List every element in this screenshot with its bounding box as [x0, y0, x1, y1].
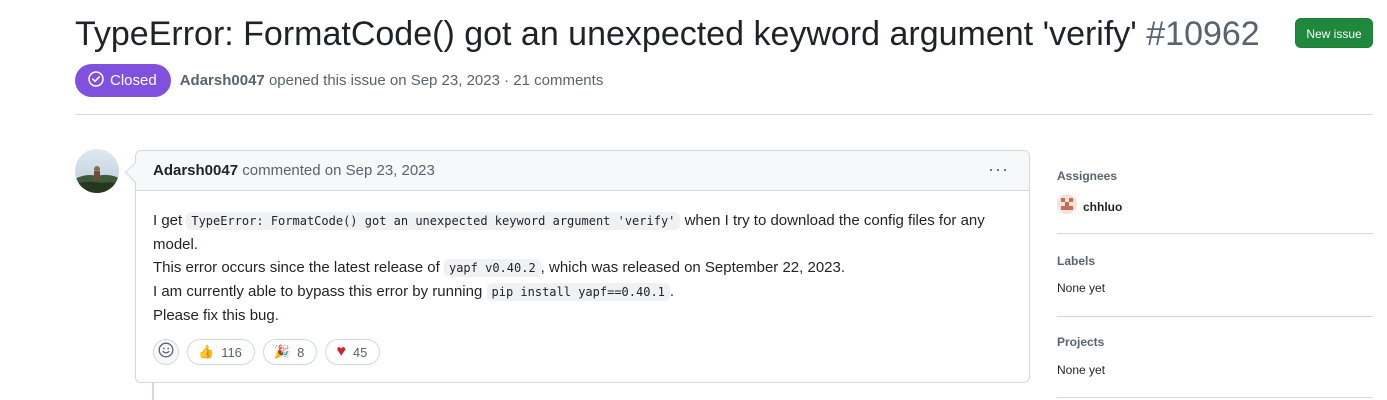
timeline-line — [152, 383, 154, 400]
comment-text: , which was released on September 22, 20… — [540, 259, 846, 276]
comment-header: Adarsh0047 commented on Sep 23, 2023 ··· — [136, 151, 1029, 191]
reactions-bar: 👍 116 🎉 8 ♥ 45 — [153, 339, 381, 365]
reaction-heart-button[interactable]: ♥ 45 — [325, 339, 381, 365]
smiley-icon — [158, 342, 174, 363]
assignee-avatar — [1057, 194, 1077, 219]
assignee-item[interactable]: chhluo — [1057, 194, 1122, 219]
labels-value: None yet — [1057, 281, 1106, 295]
check-circle-icon — [88, 70, 104, 91]
labels-heading[interactable]: Labels — [1057, 254, 1095, 268]
comment-text: . — [669, 283, 675, 300]
comment-text: I am currently able to bypass this error… — [153, 283, 487, 300]
add-reaction-button[interactable] — [153, 339, 179, 365]
comment-text: This error occurs since the latest relea… — [153, 259, 444, 276]
heart-icon: ♥ — [336, 343, 346, 360]
new-issue-button[interactable]: New issue — [1295, 18, 1373, 48]
issue-opened-info: Adarsh0047 opened this issue on Sep 23, … — [180, 72, 604, 89]
issue-header: TypeError: FormatCode() got an unexpecte… — [75, 12, 1375, 62]
issue-title: TypeError: FormatCode() got an unexpecte… — [75, 12, 1260, 56]
comment-body: I get TypeError: FormatCode() got an une… — [153, 209, 1013, 327]
inline-code: pip install yapf==0.40.1 — [486, 283, 670, 301]
issue-number: #10962 — [1146, 15, 1260, 53]
avatar[interactable] — [75, 149, 119, 193]
comment-meta: Adarsh0047 commented on Sep 23, 2023 — [153, 162, 435, 179]
inline-code: yapf v0.40.2 — [443, 259, 541, 277]
issue-meta: Closed Adarsh0047 opened this issue on S… — [75, 64, 603, 97]
projects-heading[interactable]: Projects — [1057, 335, 1104, 349]
reaction-count: 8 — [297, 344, 305, 360]
comment-paragraph: I get TypeError: FormatCode() got an une… — [153, 209, 1013, 327]
header-divider — [75, 114, 1373, 115]
projects-value: None yet — [1057, 363, 1106, 377]
reaction-hooray-button[interactable]: 🎉 8 — [262, 339, 318, 365]
comment-text: Please fix this bug. — [153, 307, 279, 324]
comment-text: I get — [153, 212, 187, 229]
comment-date-text[interactable]: commented on Sep 23, 2023 — [242, 162, 435, 179]
assignees-heading[interactable]: Assignees — [1057, 169, 1117, 183]
status-label: Closed — [110, 72, 157, 89]
reaction-thumbs-up-button[interactable]: 👍 116 — [187, 339, 255, 365]
issue-opened-text: opened this issue on Sep 23, 2023 · 21 c… — [268, 72, 604, 89]
thumbs-up-icon: 👍 — [198, 344, 215, 359]
sidebar-divider — [1057, 316, 1373, 317]
sidebar-divider — [1057, 233, 1373, 234]
inline-code: TypeError: FormatCode() got an unexpecte… — [186, 212, 681, 230]
sidebar-divider — [1057, 397, 1373, 398]
issue-comment: Adarsh0047 commented on Sep 23, 2023 ···… — [135, 150, 1030, 383]
assignee-name[interactable]: chhluo — [1083, 200, 1122, 214]
status-badge: Closed — [75, 64, 171, 97]
reaction-count: 45 — [352, 344, 368, 360]
comment-author-link[interactable]: Adarsh0047 — [153, 162, 238, 179]
party-popper-icon: 🎉 — [273, 344, 291, 359]
issue-title-text: TypeError: FormatCode() got an unexpecte… — [75, 15, 1137, 53]
reaction-count: 116 — [221, 344, 242, 360]
issue-author-link[interactable]: Adarsh0047 — [180, 72, 265, 89]
kebab-menu-icon[interactable]: ··· — [988, 159, 1009, 180]
